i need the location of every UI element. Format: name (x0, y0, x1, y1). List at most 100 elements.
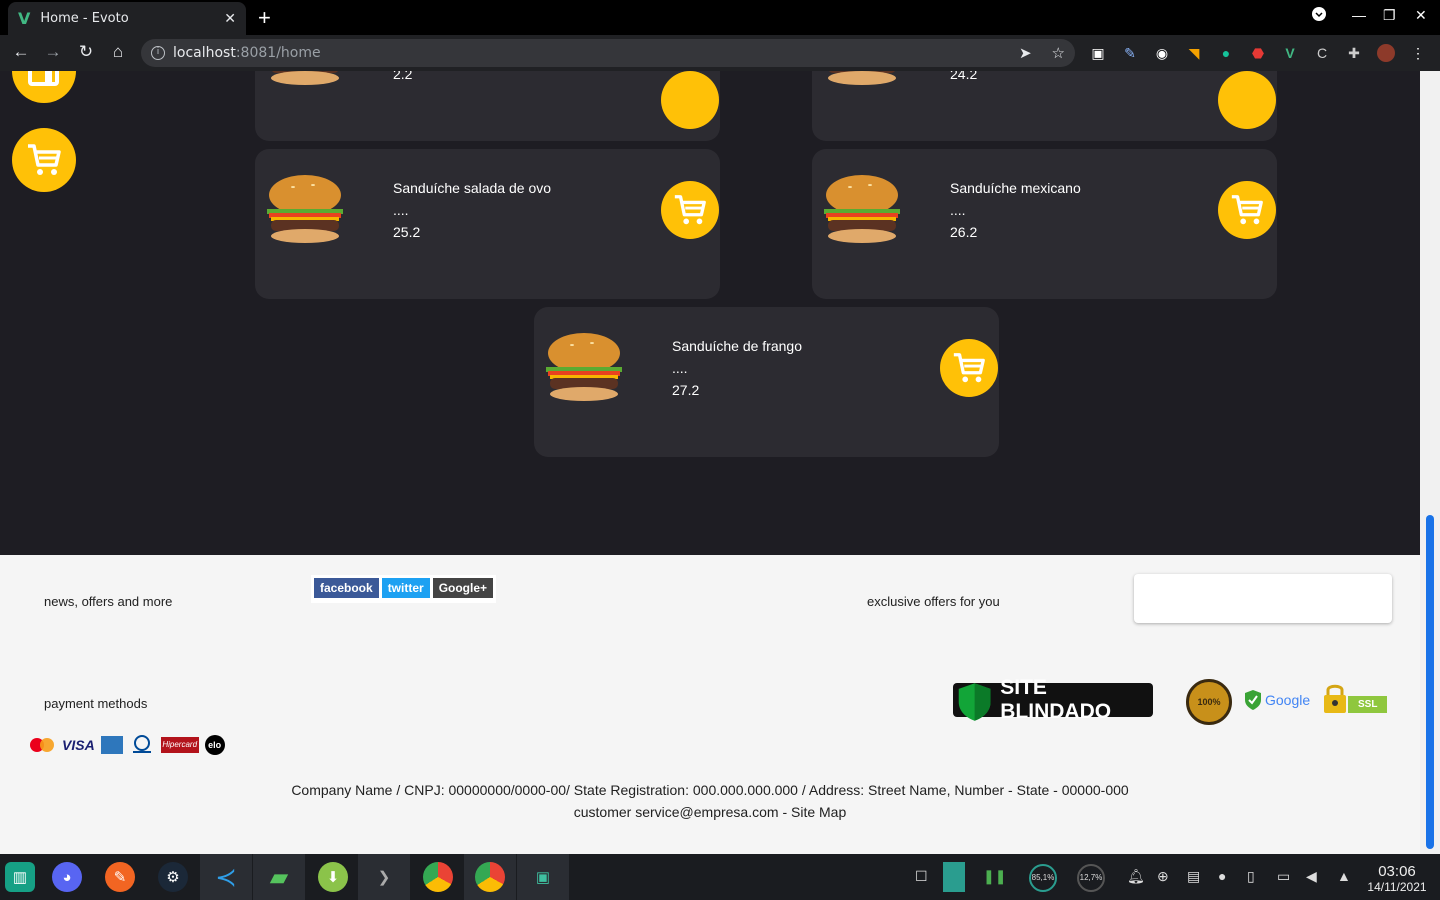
product-description: .... (672, 360, 688, 376)
minimize-icon[interactable]: — (1352, 7, 1366, 23)
app-tray-icon[interactable]: ❚❚ (983, 868, 1006, 885)
company-info: Company Name / CNPJ: 00000000/0000-00/ S… (0, 779, 1420, 823)
rss-icon[interactable]: ◥ (1185, 44, 1203, 62)
memory-monitor: 12,7% (1077, 864, 1105, 892)
back-icon[interactable]: ← (10, 42, 32, 62)
volume-icon[interactable]: ◀ (1306, 868, 1317, 885)
bulb-icon[interactable]: ● (1218, 868, 1226, 884)
elo-logo: elo (204, 735, 225, 755)
offers-label: exclusive offers for you (867, 594, 1000, 609)
profile-avatar[interactable] (1377, 44, 1395, 62)
burger-image (263, 71, 347, 87)
clock[interactable]: 03:06 14/11/2021 (1362, 863, 1432, 894)
forward-icon[interactable]: → (42, 42, 64, 62)
customer-service-line[interactable]: customer service@empresa.com - Site Map (0, 801, 1420, 823)
updates-icon[interactable]: ⊕ (1157, 868, 1169, 885)
email-field[interactable] (1134, 574, 1392, 623)
google-plus-link[interactable]: Google+ (432, 578, 494, 598)
send-icon[interactable]: ➤ (1019, 44, 1032, 62)
mastercard-logo (28, 737, 56, 753)
close-window-icon[interactable]: ✕ (1415, 7, 1427, 24)
chrome-active-window[interactable] (464, 854, 516, 900)
extensions-puzzle-icon[interactable]: ✚ (1345, 44, 1363, 62)
vue-v-icon: V (18, 9, 31, 28)
product-description: .... (393, 202, 409, 218)
facebook-link[interactable]: facebook (314, 578, 379, 598)
home-icon[interactable]: ⌂ (107, 42, 129, 62)
extension-window-icon[interactable]: ▣ (1089, 44, 1107, 62)
cpu-monitor: 85,1% (1029, 864, 1057, 892)
add-to-cart-button[interactable] (1218, 71, 1276, 129)
restore-icon[interactable]: ❐ (1383, 7, 1396, 24)
add-to-cart-button[interactable] (940, 339, 998, 397)
product-description: .... (950, 202, 966, 218)
vue-devtools-icon[interactable]: V (1281, 44, 1299, 62)
product-name: Sanduíche mexicano (950, 180, 1081, 196)
product-price: 27.2 (672, 382, 700, 398)
terminal-icon[interactable]: ❯ (358, 854, 410, 900)
os-taskbar: ▥ ◕ ✎ ⚙ ≺ ▰ ⬇ ❯ ▣ ☐ ❚❚ 85,1% 12,7% 🔔︎ ⊕ … (0, 854, 1440, 900)
site-blindado-seal: SITE BLINDADO (953, 676, 1153, 723)
clock-date: 14/11/2021 (1367, 880, 1427, 894)
add-to-cart-button[interactable] (1218, 181, 1276, 239)
browser-toolbar: ← → ↻ ⌂ i localhost:8081/home ➤ ☆ ▣ ✎ ◉ … (0, 35, 1440, 71)
vscode-icon[interactable]: ≺ (200, 854, 252, 900)
download-manager-icon[interactable]: ⬇ (318, 862, 348, 892)
tray-expand-icon[interactable]: ▲ (1337, 868, 1351, 884)
add-to-cart-button[interactable] (661, 71, 719, 129)
site-info-icon[interactable]: i (151, 46, 165, 60)
social-links: facebook twitter Google+ (311, 575, 497, 603)
amex-logo (100, 736, 123, 754)
extension-pen-icon[interactable]: ✎ (1121, 44, 1139, 62)
ssl-text: SSL (1348, 696, 1388, 713)
footer: news, offers and more facebook twitter G… (0, 555, 1420, 854)
show-desktop-icon[interactable]: ☐ (915, 868, 928, 885)
scrollbar-thumb[interactable] (1426, 515, 1434, 849)
discord-icon[interactable]: ◕ (52, 862, 82, 892)
address-bar[interactable]: i localhost:8081/home ➤ ☆ (141, 39, 1075, 67)
battery-icon[interactable]: ▯ (1247, 868, 1255, 885)
postman-icon[interactable]: ✎ (105, 862, 135, 892)
manjaro-menu-icon[interactable]: ▥ (5, 862, 35, 892)
cart-icon (1231, 195, 1263, 225)
cart-icon (953, 353, 985, 383)
product-card: 2.2 (255, 71, 720, 141)
product-price: 25.2 (393, 224, 421, 240)
orders-button[interactable] (12, 71, 76, 103)
tab-bar: V Home - Evoto ✕ + — ❐ ✕ (0, 0, 1440, 35)
twitter-link[interactable]: twitter (381, 578, 430, 598)
close-tab-icon[interactable]: ✕ (224, 11, 236, 27)
burger-image (542, 331, 626, 403)
bookmark-star-icon[interactable]: ☆ (1052, 44, 1065, 62)
steam-icon[interactable]: ⚙ (158, 862, 188, 892)
page-content: 2.2 24.2 Sanduíche salada de ovo .... 25… (0, 71, 1420, 854)
tab-search-icon[interactable] (1312, 7, 1326, 24)
adblock-icon[interactable]: ⬣ (1249, 44, 1267, 62)
file-manager-icon[interactable]: ▰ (253, 854, 305, 900)
new-tab-button[interactable]: + (258, 5, 271, 31)
notifications-icon[interactable]: 🔔︎ (1127, 868, 1145, 885)
extension-spy-icon[interactable]: ◉ (1153, 44, 1171, 62)
grammarly-icon[interactable]: ● (1217, 44, 1235, 62)
padlock-icon (1324, 684, 1346, 713)
reload-icon[interactable]: ↻ (75, 42, 97, 62)
screenshot-tool-icon[interactable]: ▣ (517, 854, 569, 900)
visa-logo: VISA (62, 737, 95, 753)
google-seal-text: Google (1265, 692, 1311, 708)
memory-usage: 12,7% (1079, 873, 1103, 882)
burger-image (820, 71, 904, 87)
network-icon[interactable]: ▭ (1277, 868, 1290, 885)
cart-button[interactable] (12, 128, 76, 192)
tab-title: Home - Evoto (40, 11, 129, 26)
burger-image (820, 173, 904, 245)
add-to-cart-button[interactable] (661, 181, 719, 239)
chrome-icon[interactable] (423, 862, 453, 892)
url-host: localhost (173, 45, 236, 61)
hipercard-logo: Hipercard (160, 737, 199, 753)
extension-code-icon[interactable]: C (1313, 44, 1331, 62)
cpu-usage: 85,1% (1031, 873, 1055, 882)
browser-tab[interactable]: V Home - Evoto ✕ (8, 2, 246, 35)
clipboard-icon[interactable]: ▤ (1187, 868, 1200, 885)
menu-kebab-icon[interactable]: ⋮ (1409, 44, 1427, 62)
workspace-pager[interactable] (943, 862, 965, 892)
